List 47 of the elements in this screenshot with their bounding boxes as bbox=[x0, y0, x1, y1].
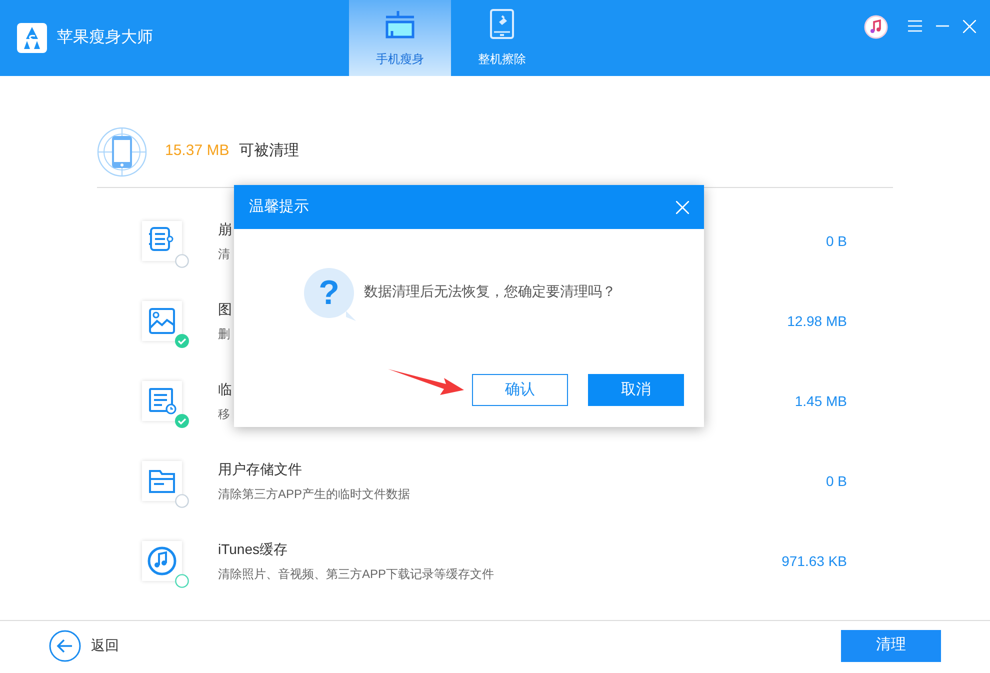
item-title: 临 bbox=[218, 380, 232, 399]
item-title: 图 bbox=[218, 300, 232, 319]
phone-icon bbox=[97, 126, 147, 176]
log-category-icon bbox=[142, 221, 182, 261]
music-category-icon bbox=[142, 541, 182, 581]
minimize-icon[interactable] bbox=[936, 25, 949, 27]
item-description: 清除第三方APP产生的临时文件数据 bbox=[218, 486, 410, 503]
close-icon[interactable] bbox=[963, 20, 976, 33]
temp-category-icon bbox=[142, 381, 182, 421]
item-description: 移 bbox=[218, 406, 231, 423]
music-app-icon[interactable] bbox=[864, 15, 888, 39]
question-bubble: ? bbox=[304, 268, 354, 318]
item-size: 971.63 KB bbox=[782, 552, 847, 570]
clean-button[interactable]: 清理 bbox=[841, 630, 941, 662]
folder-category-icon bbox=[142, 461, 182, 501]
cleanable-size: 15.37 MB bbox=[165, 141, 230, 162]
dialog-message: 数据清理后无法恢复，您确定要清理吗？ bbox=[364, 282, 616, 300]
item-size: 0 B bbox=[826, 232, 847, 250]
item-description: 清 bbox=[218, 246, 231, 263]
close-icon[interactable] bbox=[676, 200, 689, 214]
item-size: 12.98 MB bbox=[787, 312, 847, 330]
item-description: 清除照片、音视频、第三方APP下载记录等缓存文件 bbox=[218, 566, 494, 583]
item-title: 用户存储文件 bbox=[218, 460, 303, 479]
item-size: 1.45 MB bbox=[794, 392, 847, 410]
app-title: 苹果瘦身大师 bbox=[57, 28, 153, 48]
item-size: 0 B bbox=[826, 472, 847, 490]
image-category-icon bbox=[142, 301, 182, 341]
checkbox[interactable] bbox=[175, 254, 189, 268]
confirm-button[interactable]: 确认 bbox=[472, 374, 568, 406]
item-title: 崩 bbox=[218, 220, 232, 239]
broom-icon bbox=[383, 10, 417, 40]
cancel-button[interactable]: 取消 bbox=[588, 374, 684, 406]
dialog-title: 温馨提示 bbox=[249, 196, 309, 217]
cleanable-label: 可被清理 bbox=[239, 141, 300, 162]
item-title: iTunes缓存 bbox=[218, 540, 289, 559]
nav-tab[interactable]: 手机瘦身 bbox=[349, 0, 451, 76]
back-button[interactable]: 返回 bbox=[49, 630, 119, 662]
app-logo-icon bbox=[17, 23, 47, 53]
checkbox[interactable] bbox=[175, 414, 189, 428]
checkbox[interactable] bbox=[175, 334, 189, 348]
item-description: 删 bbox=[218, 326, 231, 343]
nav-tab[interactable]: 整机擦除 bbox=[451, 0, 553, 76]
checkbox[interactable] bbox=[175, 494, 189, 508]
pointer-arrow-icon bbox=[388, 367, 464, 397]
checkbox[interactable] bbox=[175, 574, 189, 588]
tablet-icon bbox=[489, 8, 515, 40]
menu-icon[interactable] bbox=[908, 20, 922, 32]
